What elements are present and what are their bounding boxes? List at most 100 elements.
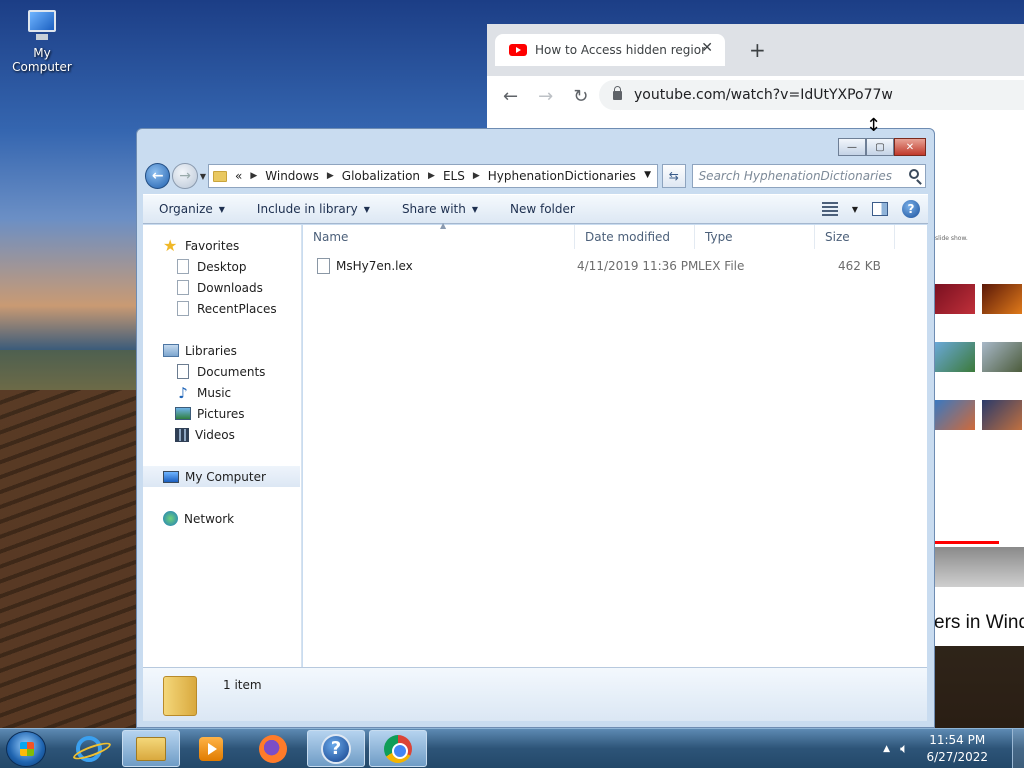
video-thumbnail[interactable] xyxy=(982,342,1022,372)
video-thumbnail[interactable] xyxy=(935,400,975,430)
file-icon xyxy=(317,258,330,274)
desktop-icon-my-computer[interactable]: My Computer xyxy=(2,8,82,74)
video-thumbnail[interactable] xyxy=(935,342,975,372)
new-folder-button[interactable]: New folder xyxy=(494,202,591,216)
tab-close-icon[interactable]: ✕ xyxy=(701,40,713,56)
desktop-icon-label: My Computer xyxy=(12,46,72,74)
video-thumbnail[interactable] xyxy=(982,284,1022,314)
nav-music[interactable]: ♪ Music xyxy=(143,382,300,403)
nav-favorites[interactable]: ★ Favorites xyxy=(143,235,300,256)
nav-network-label: Network xyxy=(184,511,235,526)
taskbar-help[interactable]: ? xyxy=(307,730,365,767)
taskbar-chrome[interactable] xyxy=(369,730,427,767)
change-view-icon[interactable] xyxy=(821,202,838,216)
nav-my-computer[interactable]: My Computer xyxy=(143,466,300,487)
share-with-button[interactable]: Share with ▼ xyxy=(386,202,494,216)
preview-pane-icon[interactable] xyxy=(872,202,888,216)
chevron-right-icon[interactable]: ▶ xyxy=(428,171,435,181)
address-dropdown-icon[interactable]: ▼ xyxy=(644,170,651,180)
address-bar[interactable]: youtube.com/watch?v=IdUtYXPo77w xyxy=(599,80,1024,110)
show-hidden-icons-icon[interactable]: ▲ xyxy=(883,744,890,754)
address-row: ← → ▼ « ▶ Windows ▶ Globalization ▶ ELS … xyxy=(145,161,926,191)
chevron-down-icon: ▼ xyxy=(218,204,225,214)
views-dropdown-icon[interactable]: ▼ xyxy=(852,205,858,214)
desktop-horizon xyxy=(0,350,140,390)
table-row[interactable]: MsHy7en.lex 4/11/2019 11:36 PM LEX File … xyxy=(317,255,917,277)
details-pane: 1 item xyxy=(143,667,927,721)
nav-videos[interactable]: Videos xyxy=(143,424,300,445)
clock[interactable]: 11:54 PM 6/27/2022 xyxy=(926,732,988,766)
maximize-button[interactable]: ▢ xyxy=(866,138,894,156)
video-progress-bar[interactable] xyxy=(935,541,999,544)
minimize-button[interactable]: — xyxy=(838,138,866,156)
firefox-icon xyxy=(259,734,287,763)
breadcrumb-windows[interactable]: Windows xyxy=(265,169,319,183)
taskbar-firefox[interactable] xyxy=(244,730,302,767)
file-list[interactable]: Name ▲ Date modified Type Size MsHy7en.l… xyxy=(303,221,927,667)
media-player-icon xyxy=(199,736,223,761)
speaker-icon[interactable]: 🔈︎ xyxy=(900,741,908,757)
chevron-right-icon: ▶ xyxy=(250,171,258,181)
show-desktop-button[interactable] xyxy=(1012,729,1024,768)
recent-pages-dropdown-icon[interactable]: ▼ xyxy=(200,172,206,181)
tab-title: How to Access hidden regional t xyxy=(535,43,705,57)
recent-places-icon xyxy=(177,301,189,316)
chevron-down-icon: ▼ xyxy=(471,204,478,214)
back-button[interactable]: ← xyxy=(145,163,171,189)
network-icon xyxy=(163,511,178,526)
clock-time: 11:54 PM xyxy=(929,733,986,747)
video-thumbnail[interactable] xyxy=(982,400,1022,430)
refresh-button[interactable]: ⇆ xyxy=(662,164,686,188)
file-type: LEX File xyxy=(698,259,745,273)
help-icon[interactable]: ? xyxy=(902,200,920,218)
column-type-label: Type xyxy=(705,230,733,244)
navigation-pane: ★ Favorites Desktop Downloads RecentPlac… xyxy=(143,225,302,667)
file-size: 462 KB xyxy=(838,259,881,273)
column-header-date-modified[interactable]: Date modified xyxy=(575,225,695,249)
column-header-type[interactable]: Type xyxy=(695,225,815,249)
forward-arrow-icon[interactable]: → xyxy=(538,86,553,107)
organize-button[interactable]: Organize ▼ xyxy=(143,202,241,216)
breadcrumb[interactable]: « ▶ Windows ▶ Globalization ▶ ELS ▶ Hyph… xyxy=(208,164,659,188)
search-input[interactable]: Search HyphenationDictionaries xyxy=(691,164,926,188)
nav-desktop[interactable]: Desktop xyxy=(143,256,300,277)
file-name: MsHy7en.lex xyxy=(336,259,413,273)
desktop-folder-icon xyxy=(177,259,189,274)
breadcrumb-globalization[interactable]: Globalization xyxy=(342,169,420,183)
breadcrumb-overflow[interactable]: « xyxy=(235,169,242,183)
browser-tab[interactable]: How to Access hidden regional t ✕ xyxy=(495,34,725,66)
close-button[interactable]: ✕ xyxy=(894,138,926,156)
new-folder-label: New folder xyxy=(510,202,575,216)
nav-downloads-label: Downloads xyxy=(197,280,263,295)
lock-icon xyxy=(613,85,622,100)
chevron-right-icon[interactable]: ▶ xyxy=(473,171,480,181)
explorer-window[interactable]: — ▢ ✕ ← → ▼ « ▶ Windows ▶ Globalization … xyxy=(136,128,935,728)
taskbar-file-explorer[interactable] xyxy=(122,730,180,767)
explorer-titlebar[interactable]: — ▢ ✕ xyxy=(137,129,934,161)
forward-button[interactable]: → xyxy=(172,163,198,189)
include-in-library-button[interactable]: Include in library ▼ xyxy=(241,202,386,216)
taskbar-media-player[interactable] xyxy=(182,730,240,767)
breadcrumb-els[interactable]: ELS xyxy=(443,169,465,183)
nav-documents-label: Documents xyxy=(197,364,266,379)
video-thumbnail[interactable] xyxy=(935,284,975,314)
nav-downloads[interactable]: Downloads xyxy=(143,277,300,298)
back-arrow-icon[interactable]: ← xyxy=(503,86,518,107)
new-tab-button[interactable]: + xyxy=(749,38,766,62)
column-header-size[interactable]: Size xyxy=(815,225,895,249)
chevron-right-icon[interactable]: ▶ xyxy=(327,171,334,181)
nav-music-label: Music xyxy=(197,385,232,400)
nav-pictures[interactable]: Pictures xyxy=(143,403,300,424)
nav-recent-places[interactable]: RecentPlaces xyxy=(143,298,300,319)
nav-documents[interactable]: Documents xyxy=(143,361,300,382)
nav-desktop-label: Desktop xyxy=(197,259,247,274)
column-header-name[interactable]: Name ▲ xyxy=(303,221,575,249)
taskbar-internet-explorer[interactable] xyxy=(60,730,118,767)
reload-icon[interactable]: ↻ xyxy=(573,86,588,107)
breadcrumb-hyphenation[interactable]: HyphenationDictionaries xyxy=(488,169,636,183)
youtube-icon xyxy=(509,44,527,56)
start-button[interactable] xyxy=(6,731,46,767)
nav-libraries[interactable]: Libraries xyxy=(143,340,300,361)
nav-network[interactable]: Network xyxy=(143,508,300,529)
search-icon[interactable] xyxy=(909,169,919,179)
